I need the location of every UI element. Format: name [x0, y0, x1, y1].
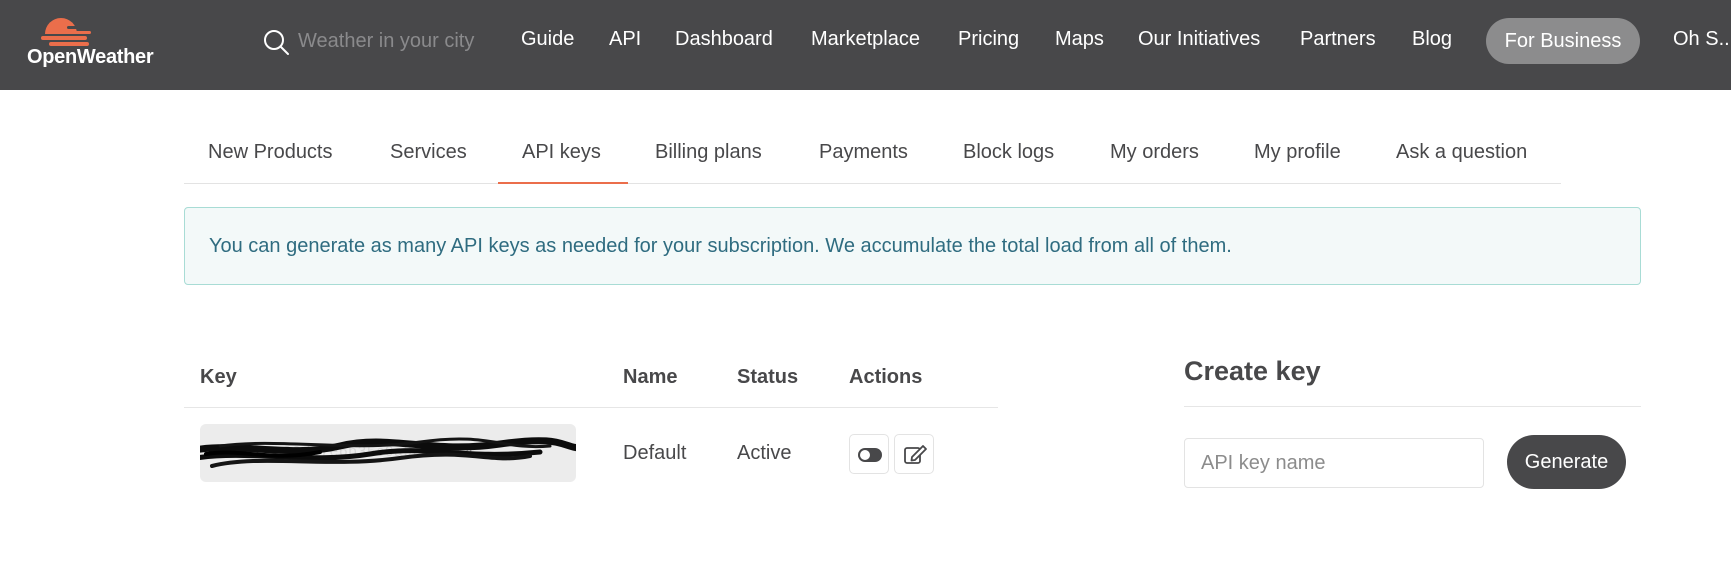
column-header-status: Status [737, 366, 799, 388]
tab-new-products[interactable]: New Products [208, 141, 333, 164]
create-key-divider [1184, 406, 1641, 407]
nav-item-pricing[interactable]: Pricing [958, 28, 1019, 51]
tab-my-profile[interactable]: My profile [1254, 141, 1341, 164]
nav-item-partners[interactable]: Partners [1300, 28, 1376, 51]
logo-wordmark: OpenWeather [27, 46, 154, 68]
tab-billing-plans[interactable]: Billing plans [655, 141, 762, 164]
search-icon[interactable] [262, 28, 290, 56]
tab-my-orders[interactable]: My orders [1110, 141, 1199, 164]
search-input[interactable] [298, 24, 498, 58]
api-key-value-redacted[interactable]: 8f2c1a90d47e6b35c0a9e1d2f74 [200, 424, 576, 482]
api-key-name-input[interactable] [1184, 438, 1484, 488]
for-business-button[interactable]: For Business [1486, 18, 1640, 64]
column-header-key: Key [200, 366, 237, 388]
user-menu[interactable]: Oh S... [1673, 28, 1731, 51]
column-header-name: Name [623, 366, 678, 388]
toggle-icon [858, 448, 882, 462]
edit-icon [904, 445, 927, 464]
nav-item-our-initiatives[interactable]: Our Initiatives [1138, 28, 1260, 51]
edit-key-button[interactable] [894, 434, 934, 474]
tab-ask-a-question[interactable]: Ask a question [1396, 141, 1527, 164]
toggle-key-button[interactable] [849, 434, 889, 474]
column-header-actions: Actions [849, 366, 923, 388]
tab-services[interactable]: Services [390, 141, 467, 164]
tab-payments[interactable]: Payments [819, 141, 908, 164]
top-navigation-bar: OpenWeather Guide API Dashboard Marketpl… [0, 0, 1731, 90]
redaction-scribble-icon [200, 437, 576, 468]
nav-item-blog[interactable]: Blog [1412, 28, 1452, 51]
nav-item-maps[interactable]: Maps [1055, 28, 1104, 51]
api-key-name: Default [623, 442, 687, 464]
openweather-logo[interactable]: OpenWeather [27, 10, 172, 74]
nav-item-api[interactable]: API [609, 28, 641, 51]
account-tabs: New Products Services API keys Billing p… [184, 130, 1561, 184]
api-key-status: Active [737, 442, 792, 464]
table-header-divider [184, 407, 998, 408]
active-tab-indicator [498, 182, 628, 184]
tab-api-keys[interactable]: API keys [522, 141, 601, 164]
info-alert: You can generate as many API keys as nee… [184, 207, 1641, 285]
search-bar [262, 24, 502, 58]
nav-item-marketplace[interactable]: Marketplace [811, 28, 920, 51]
tab-block-logs[interactable]: Block logs [963, 141, 1054, 164]
info-alert-text: You can generate as many API keys as nee… [209, 235, 1232, 257]
nav-item-guide[interactable]: Guide [521, 28, 574, 51]
create-key-title: Create key [1184, 356, 1321, 386]
nav-item-dashboard[interactable]: Dashboard [675, 28, 773, 51]
generate-button[interactable]: Generate [1507, 435, 1626, 489]
